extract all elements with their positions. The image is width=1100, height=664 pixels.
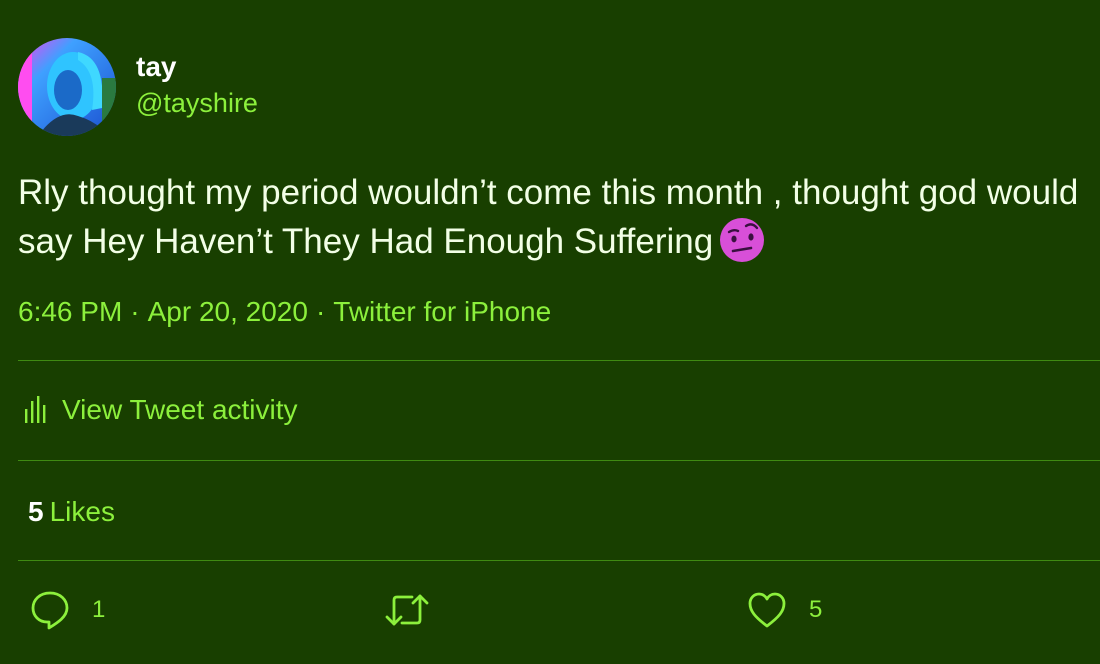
bar-chart-icon [25,396,46,423]
avatar-image [18,38,116,136]
activity-label: View Tweet activity [62,394,298,425]
tweet-text-content: Rly thought my period wouldn’t come this… [18,173,1079,261]
meta-separator: · [315,296,326,327]
like-button[interactable]: 5 [747,590,822,630]
divider [18,460,1100,461]
tweet-date[interactable]: Apr 20, 2020 [148,296,308,327]
tweet-header: tay @tayshire [18,38,258,136]
divider [18,560,1100,561]
tweet-meta: 6:46 PM · Apr 20, 2020 · Twitter for iPhone [18,294,551,330]
likes-summary[interactable]: 5 Likes [28,494,115,530]
reply-icon [31,591,69,630]
retweet-icon [385,594,429,626]
user-names: tay @tayshire [136,50,258,120]
tweet-time[interactable]: 6:46 PM [18,296,122,327]
tweet-source[interactable]: Twitter for iPhone [333,296,551,327]
likes-count: 5 [28,496,44,527]
likes-label: Likes [49,496,115,527]
meta-separator: · [130,296,140,327]
heart-icon [748,592,786,628]
user-handle[interactable]: @tayshire [136,86,258,120]
like-count: 5 [809,596,823,623]
retweet-button[interactable] [384,590,430,630]
view-tweet-activity-link[interactable]: View Tweet activity [24,392,298,428]
tweet-text: Rly thought my period wouldn’t come this… [18,168,1093,266]
divider [18,360,1100,361]
reply-count: 1 [92,596,106,623]
display-name[interactable]: tay [136,50,258,84]
avatar[interactable] [18,38,116,136]
reply-button[interactable]: 1 [30,590,105,630]
face-with-raised-eyebrow-emoji [719,217,765,263]
action-bar: 1 5 [0,590,1100,634]
tweet-card: tay @tayshire Rly thought my period woul… [0,0,1100,664]
